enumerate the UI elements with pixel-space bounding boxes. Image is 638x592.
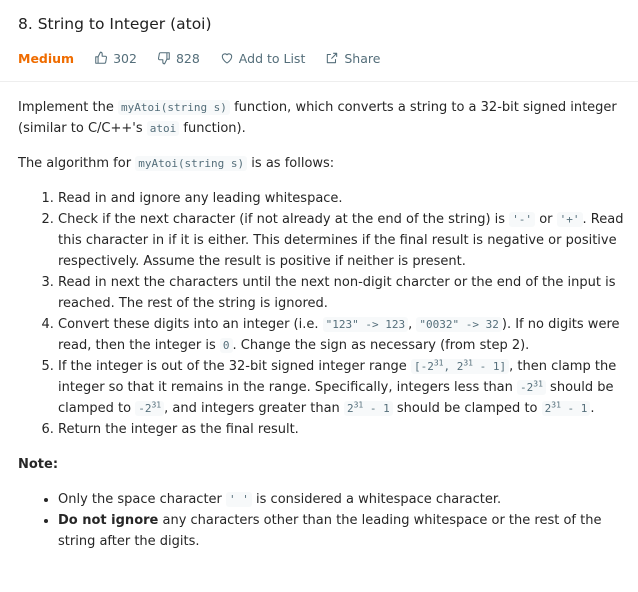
note-bold: Do not ignore [58,513,159,528]
step-item: If the integer is out of the 32-bit sign… [58,356,636,419]
space-code: ' ' [226,492,252,507]
thumbs-up-icon [95,51,108,64]
exponent: 31 [151,400,162,410]
code-part: - 1 [363,402,390,415]
plus-code: '+' [556,212,583,227]
intro-paragraph: Implement the myAtoi(string s) function,… [18,97,636,139]
step-text: Check if the next character (if not alre… [58,212,510,227]
notes-list: Only the space character ' ' is consider… [18,489,636,552]
min-code: -231 [517,380,546,395]
share-button[interactable]: Share [325,51,380,66]
algorithm-intro: The algorithm for myAtoi(string s) is as… [18,153,636,174]
exponent: 31 [533,379,543,389]
algorithm-steps: Read in and ignore any leading whitespac… [18,188,636,440]
problem-page: 8. String to Integer (atoi) Medium 302 8… [0,0,638,592]
step-item: Read in and ignore any leading whitespac… [58,188,636,209]
code-part: -2 [520,381,534,394]
step-text: Convert these digits into an integer (i.… [58,317,323,332]
like-count: 302 [113,50,137,66]
atoi-code: atoi [146,121,180,136]
step-text: , and integers greater than [164,401,344,416]
step-text: Read in next the characters until the ne… [58,275,616,311]
step-item: Read in next the characters until the ne… [58,272,636,314]
note-text: is considered a whitespace character. [251,492,502,507]
step-text: Read in and ignore any leading whitespac… [58,191,343,206]
example-code: "123" -> 123 [322,317,409,332]
code-part: - 1] [472,360,507,373]
function-code: myAtoi(string s) [135,156,248,171]
step-text: should be clamped to [392,401,542,416]
like-button[interactable]: 302 [94,51,137,66]
step-item: Return the integer as the final result. [58,419,636,440]
problem-title: 8. String to Integer (atoi) [18,15,212,33]
problem-meta: Medium 302 828 Add to List Share [18,49,400,67]
thumbs-down-icon [157,52,170,65]
step-text: If the integer is out of the 32-bit sign… [58,359,411,374]
zero-code: 0 [219,338,233,353]
intro-text: Implement the [18,100,118,115]
code-part: - 1 [560,402,588,415]
exponent: 31 [353,400,364,410]
step-text: . [590,401,595,416]
code-part: , 2 [443,360,464,373]
max-code: 231 - 1 [541,400,591,416]
range-code: [-231, 231 - 1] [410,358,510,374]
algo-text: The algorithm for [18,156,136,171]
header-divider [0,81,638,82]
algo-text: is as follows: [247,156,335,171]
note-item: Only the space character ' ' is consider… [58,489,636,510]
step-text: or [535,212,557,227]
note-text: Only the space character [58,492,227,507]
code-part: 2 [346,402,354,415]
min-code: -231 [135,400,165,416]
step-item: Check if the next character (if not alre… [58,209,636,272]
note-item: Do not ignore any characters other than … [58,510,636,552]
difficulty-badge: Medium [18,50,75,66]
dislike-button[interactable]: 828 [157,51,200,66]
share-icon [327,52,338,64]
add-to-list-label: Add to List [238,50,306,66]
step-text: Return the integer as the final result. [58,422,299,437]
code-part: [-2 [413,360,434,373]
minus-code: '-' [509,212,536,227]
exponent: 31 [463,358,473,368]
function-code: myAtoi(string s) [117,100,230,115]
code-part: -2 [138,402,152,415]
note-heading: Note: [18,457,59,472]
intro-text: function). [179,121,246,136]
example-code: "0032" -> 32 [416,317,502,332]
add-to-list-button[interactable]: Add to List [220,50,306,66]
step-text: . Change the sign as necessary (from ste… [232,338,530,353]
max-code: 231 - 1 [343,400,393,416]
dislike-count: 828 [175,50,200,66]
problem-description: Implement the myAtoi(string s) function,… [18,97,636,552]
step-item: Convert these digits into an integer (i.… [58,314,636,356]
share-label: Share [344,50,381,66]
heart-icon [221,53,232,64]
exponent: 31 [551,400,561,410]
